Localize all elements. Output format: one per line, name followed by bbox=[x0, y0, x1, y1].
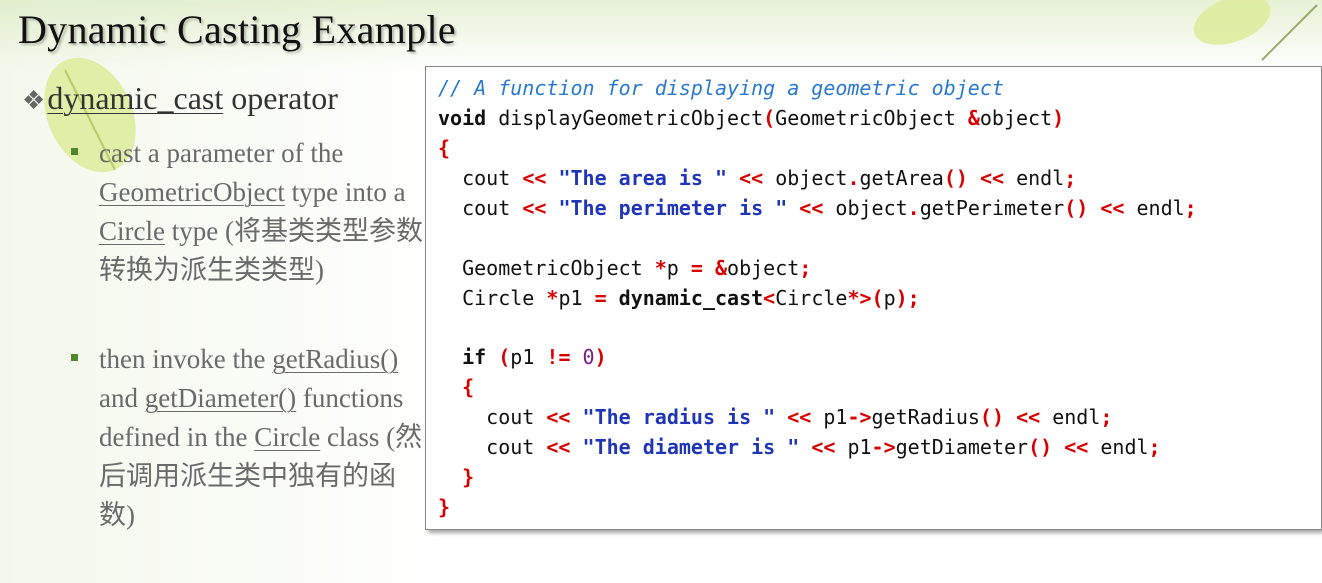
sub-bullet-text: and bbox=[99, 383, 145, 413]
code-line-diameter: cout << "The diameter is " << p1->getDia… bbox=[486, 435, 1161, 459]
identifier: p1 bbox=[811, 405, 848, 429]
identifier: GeometricObject bbox=[775, 106, 968, 130]
diamond-bullet-icon: ❖ bbox=[22, 86, 46, 115]
code-block: // A function for displaying a geometric… bbox=[425, 66, 1322, 530]
code-line-decl-p: GeometricObject *p = &object; bbox=[462, 256, 812, 280]
slide-title: Dynamic Casting Example bbox=[18, 7, 456, 52]
identifier: object bbox=[823, 196, 908, 220]
identifier: Circle bbox=[775, 286, 848, 310]
code-line-perimeter: cout << "The perimeter is " << object.ge… bbox=[462, 196, 1197, 220]
circle-term: Circle bbox=[254, 422, 321, 452]
code-line-area: cout << "The area is " << object.getArea… bbox=[462, 166, 1077, 190]
identifier: cout bbox=[462, 166, 523, 190]
identifier: p1 bbox=[558, 286, 595, 310]
identifier: Circle bbox=[462, 286, 547, 310]
identifier: displayGeometricObject bbox=[486, 106, 764, 130]
keyword: if bbox=[462, 345, 487, 369]
main-bullet-text: operator bbox=[223, 80, 338, 116]
identifier: GeometricObject bbox=[462, 256, 655, 280]
sub-bullet-text: type into a bbox=[284, 177, 406, 207]
geometricobject-term: GeometricObject bbox=[99, 177, 285, 207]
dynamic-cast-term: dynamic_cast bbox=[47, 80, 224, 116]
square-bullet-icon bbox=[71, 148, 78, 155]
identifier: p1 bbox=[835, 435, 872, 459]
keyword: dynamic_cast bbox=[618, 286, 764, 310]
square-bullet-icon bbox=[71, 354, 78, 361]
identifier: p1 bbox=[510, 345, 547, 369]
sub-bullet-text: cast a parameter of the bbox=[99, 138, 344, 168]
identifier: p bbox=[666, 256, 691, 280]
identifier: getRadius bbox=[871, 405, 980, 429]
sub-bullet-invoke: then invoke the getRadius() and getDiame… bbox=[71, 340, 429, 535]
identifier: endl bbox=[1088, 435, 1149, 459]
identifier: p bbox=[883, 286, 896, 310]
identifier: endl bbox=[1040, 405, 1101, 429]
code-brace-open: { bbox=[438, 136, 451, 160]
string-literal: "The area is " bbox=[558, 166, 728, 190]
getradius-term: getRadius() bbox=[272, 344, 399, 374]
identifier: getDiameter bbox=[895, 435, 1029, 459]
code-line-radius: cout << "The radius is " << p1->getRadiu… bbox=[486, 405, 1113, 429]
code-line-signature: void displayGeometricObject(GeometricObj… bbox=[438, 106, 1065, 130]
identifier: endl bbox=[1004, 166, 1065, 190]
code-line-if: if (p1 != 0) bbox=[462, 345, 607, 369]
getdiameter-term: getDiameter() bbox=[144, 383, 297, 413]
identifier: object bbox=[763, 166, 848, 190]
string-literal: "The perimeter is " bbox=[558, 196, 788, 220]
code-brace-close: } bbox=[438, 495, 451, 519]
string-literal: "The diameter is " bbox=[582, 435, 800, 459]
identifier: cout bbox=[486, 435, 547, 459]
identifier: cout bbox=[462, 196, 523, 220]
identifier: object bbox=[979, 106, 1053, 130]
main-bullet: ❖dynamic_cast operator bbox=[22, 80, 338, 117]
code-brace-close-inner: } bbox=[438, 465, 475, 489]
identifier: getArea bbox=[859, 166, 944, 190]
identifier: object bbox=[727, 256, 800, 280]
circle-term: Circle bbox=[99, 216, 165, 246]
leaf-decoration-right bbox=[1193, 0, 1318, 61]
code-line-decl-p1: Circle *p1 = dynamic_cast<Circle*>(p); bbox=[462, 286, 920, 310]
code-comment: // A function for displaying a geometric… bbox=[438, 76, 1004, 100]
identifier: cout bbox=[486, 405, 547, 429]
string-literal: "The radius is " bbox=[582, 405, 776, 429]
identifier: getPerimeter bbox=[919, 196, 1065, 220]
number-literal: 0 bbox=[582, 345, 595, 369]
code-brace-open-inner: { bbox=[438, 375, 475, 399]
identifier: endl bbox=[1124, 196, 1185, 220]
sub-bullet-text: then invoke the bbox=[99, 344, 273, 374]
sub-bullet-cast: cast a parameter of the GeometricObject … bbox=[71, 134, 429, 290]
keyword: void bbox=[438, 106, 487, 130]
